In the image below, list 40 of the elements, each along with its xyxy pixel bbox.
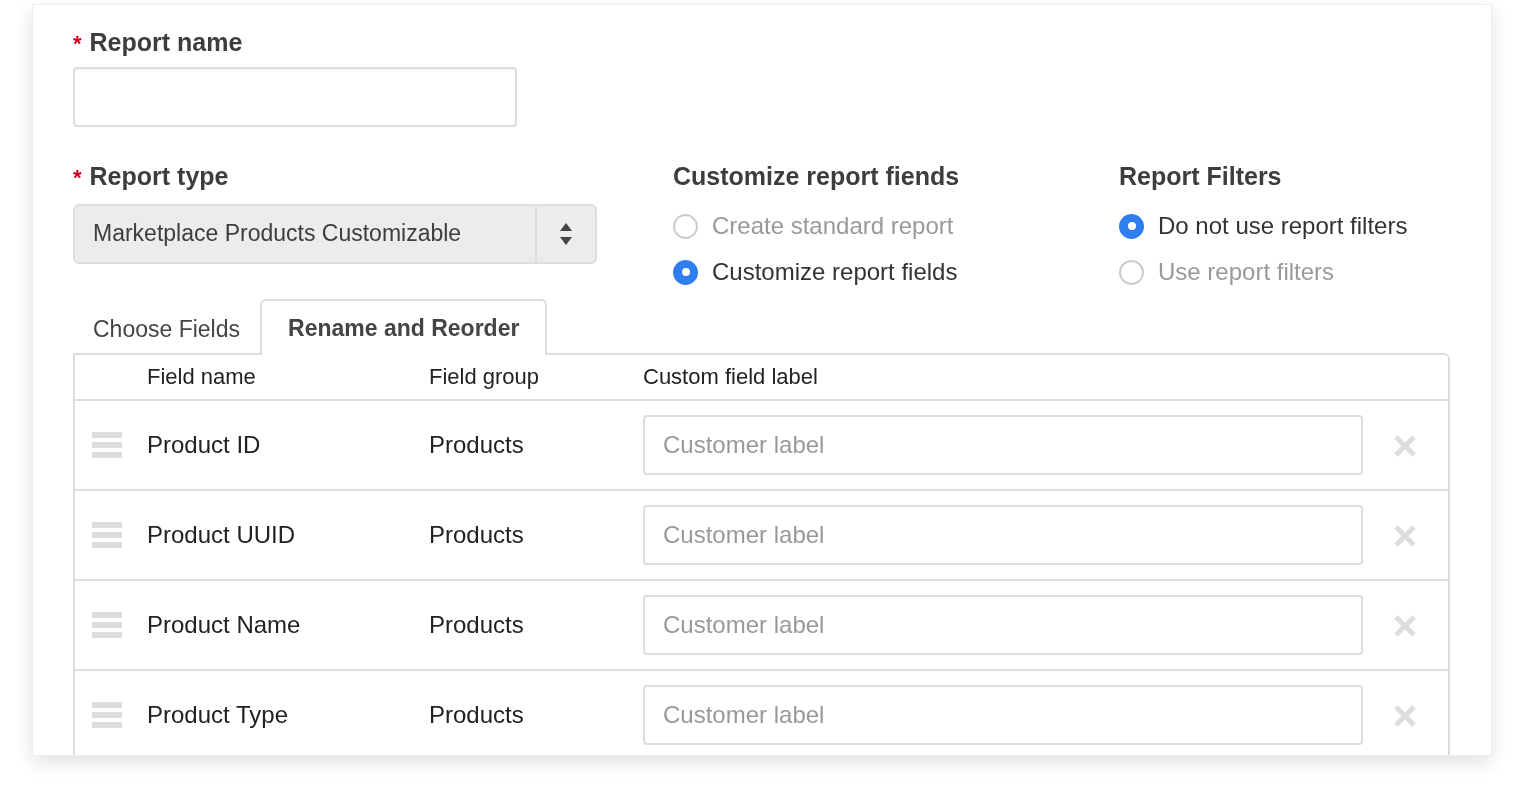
drag-handle-icon[interactable] xyxy=(92,432,122,458)
radio-button[interactable] xyxy=(1119,213,1144,239)
group-title: Report Filters xyxy=(1119,161,1283,192)
remove-icon[interactable] xyxy=(1393,434,1417,459)
report-type-select[interactable]: Marketplace Products Customizable xyxy=(73,203,597,264)
table-cell-text: Products xyxy=(429,610,525,640)
tab[interactable]: Rename and Reorder xyxy=(260,299,548,355)
radio-label[interactable]: Customize report fields xyxy=(712,258,958,287)
required-mark: * xyxy=(73,165,82,192)
custom-label-field[interactable]: Customer label xyxy=(643,685,1363,745)
table-cell-text: Product UUID xyxy=(147,520,297,550)
custom-label-field[interactable]: Customer label xyxy=(643,415,1363,475)
column-header: Field group xyxy=(429,363,541,391)
drag-handle-icon[interactable] xyxy=(92,702,122,728)
remove-icon[interactable] xyxy=(1393,524,1417,549)
custom-label-field[interactable]: Customer label xyxy=(643,595,1363,655)
radio-label[interactable]: Do not use report filters xyxy=(1158,212,1408,241)
drag-handle-icon[interactable] xyxy=(92,522,122,548)
custom-label-field[interactable]: Customer label xyxy=(643,505,1363,565)
table-cell-text: Products xyxy=(429,430,525,460)
field-label: Report type xyxy=(89,161,229,192)
drag-handle-icon[interactable] xyxy=(92,612,122,638)
table-cell-text: Products xyxy=(429,700,525,730)
radio-button[interactable] xyxy=(673,213,698,239)
remove-icon[interactable] xyxy=(1393,614,1417,639)
column-header: Field name xyxy=(147,363,257,391)
table-cell-text: Product Name xyxy=(147,610,302,640)
remove-icon[interactable] xyxy=(1393,704,1417,729)
up-down-arrow-icon xyxy=(560,222,572,245)
radio-button[interactable] xyxy=(1119,259,1144,285)
report-name-field[interactable] xyxy=(73,67,517,128)
table-cell-text: Product ID xyxy=(147,430,262,460)
column-header: Custom field label xyxy=(643,363,819,391)
radio-button[interactable] xyxy=(673,259,698,285)
field-label: Report name xyxy=(89,27,243,57)
tab[interactable]: Choose Fields xyxy=(73,299,261,355)
required-mark: * xyxy=(73,31,82,58)
table-cell-text: Products xyxy=(429,520,525,550)
table-cell-text: Product Type xyxy=(147,700,289,730)
group-title: Customize report fiends xyxy=(673,161,961,192)
